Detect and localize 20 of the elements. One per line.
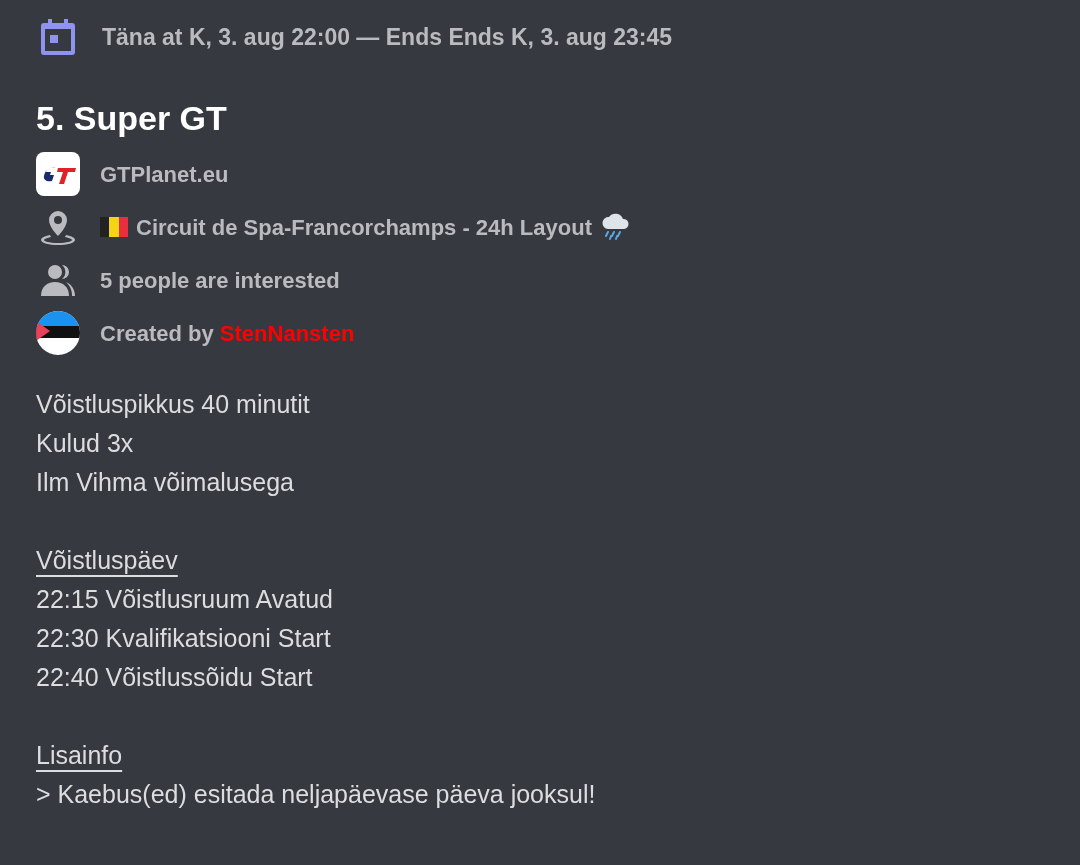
avatar-icon [36,311,80,355]
creator-label: Created by StenNansten [100,319,355,348]
event-time: Täna at K, 3. aug 22:00 — Ends Ends K, 3. aug 23:45 [102,22,673,52]
event-title: 5. Super GT [36,98,228,138]
interest-count: 5 people are interested [100,266,340,295]
rain-cloud-icon [600,213,630,241]
description-line: Ilm Vihma võimalusega [36,467,295,498]
description-line: > Kaebus(ed) esitada neljapäevase päeva jooksul! [36,779,597,810]
section-heading: Võistluspäev [36,545,178,576]
belgium-flag-icon [100,216,128,238]
description-line: 22:15 Võistlusruum Avatud [36,584,334,615]
description-line: Võistluspikkus 40 minutit [36,389,311,420]
description-line: 22:30 Kvalifikatsiooni Start [36,623,332,654]
description-line: Kulud 3x [36,428,135,459]
server-name: GTPlanet.eu [100,160,229,189]
event-location: Circuit de Spa-Francorchamps - 24h Layout [136,213,592,242]
section-heading: Lisainfo [36,740,123,771]
description-line: 22:40 Võistlussõidu Start [36,662,314,693]
racing-logo-icon [36,152,80,196]
calendar-icon [38,17,78,57]
